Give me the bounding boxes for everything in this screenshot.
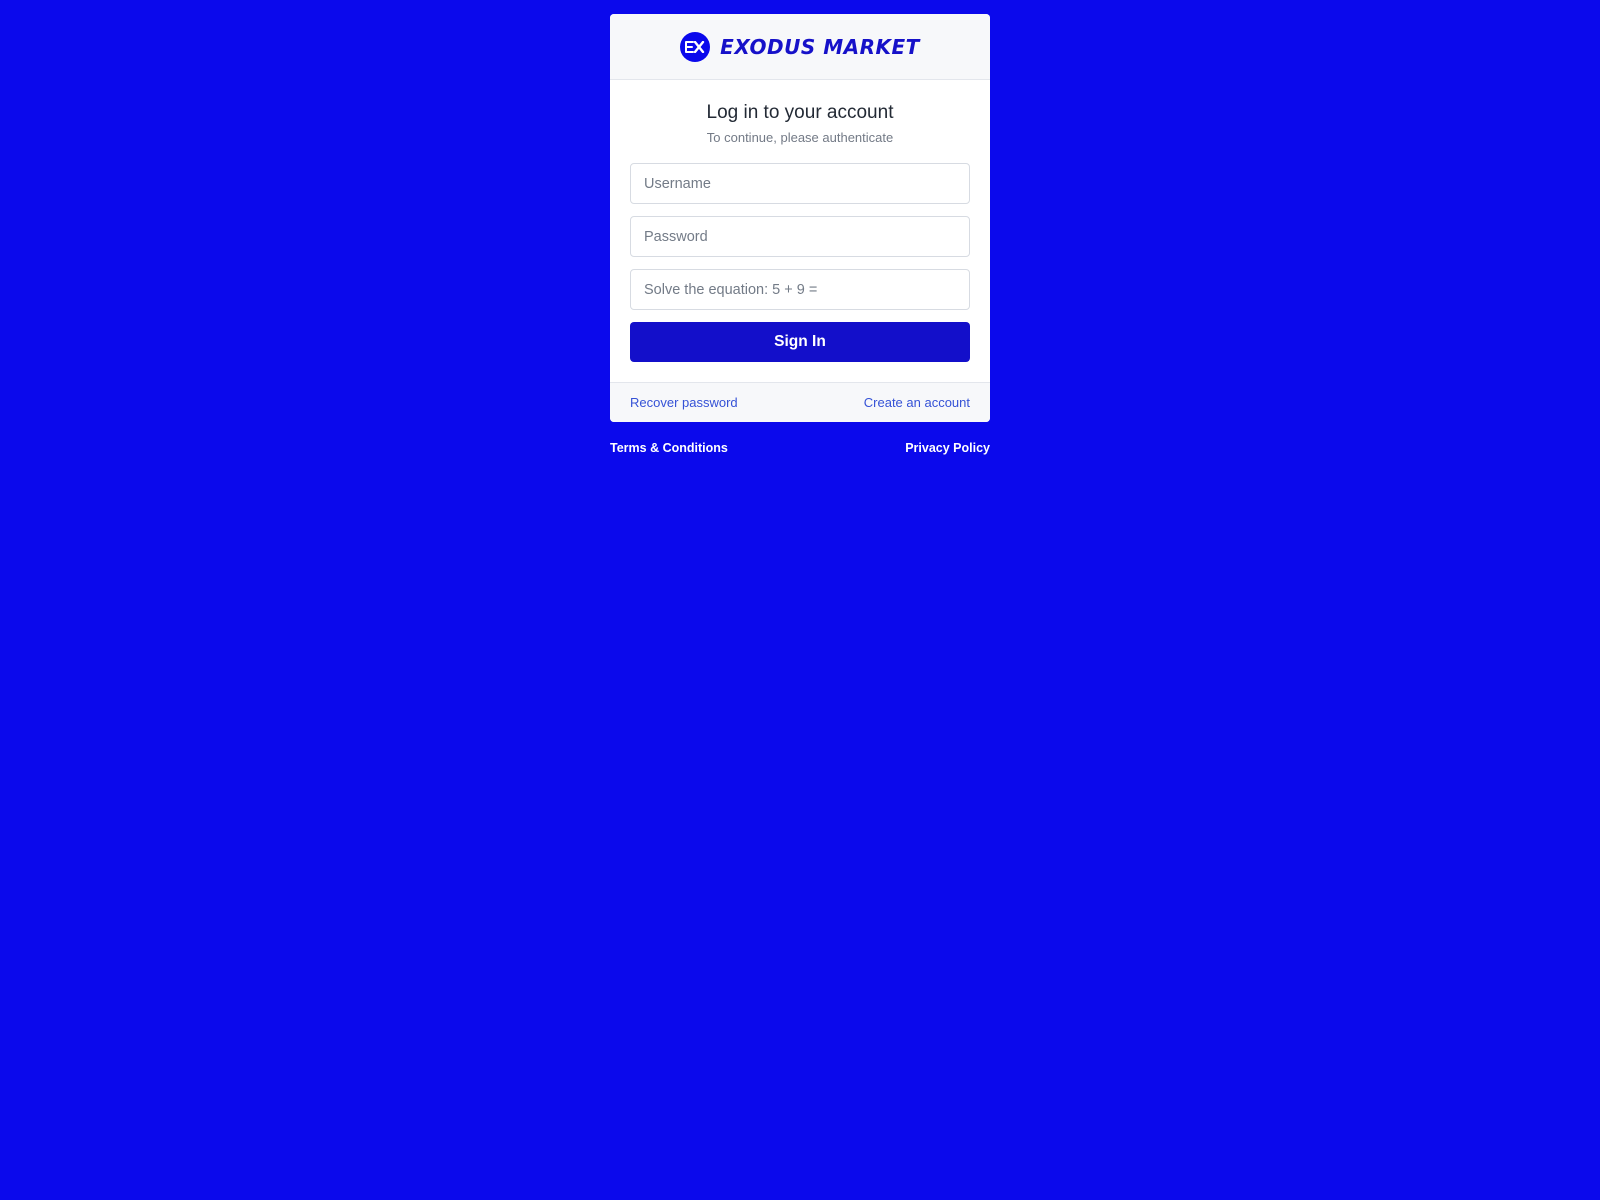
page-subtitle: To continue, please authenticate (706, 130, 894, 145)
recover-password-link[interactable]: Recover password (630, 395, 738, 410)
terms-link[interactable]: Terms & Conditions (610, 441, 728, 455)
page-title: Log in to your account (706, 102, 894, 123)
captcha-input[interactable] (630, 269, 970, 310)
create-account-link[interactable]: Create an account (864, 395, 970, 410)
exodus-logo-icon (680, 31, 711, 62)
privacy-link[interactable]: Privacy Policy (905, 441, 990, 455)
brand-name: EXODUS MARKET (720, 34, 920, 59)
sign-in-button[interactable]: Sign In (630, 322, 970, 362)
login-card: EXODUS MARKET Log in to your account To … (610, 14, 990, 422)
login-form: Log in to your account To continue, plea… (610, 80, 990, 382)
card-footer: Recover password Create an account (610, 382, 990, 422)
login-container: EXODUS MARKET Log in to your account To … (610, 14, 990, 455)
password-input[interactable] (630, 216, 970, 257)
legal-links: Terms & Conditions Privacy Policy (610, 441, 990, 455)
username-input[interactable] (630, 163, 970, 204)
card-header: EXODUS MARKET (610, 14, 990, 80)
